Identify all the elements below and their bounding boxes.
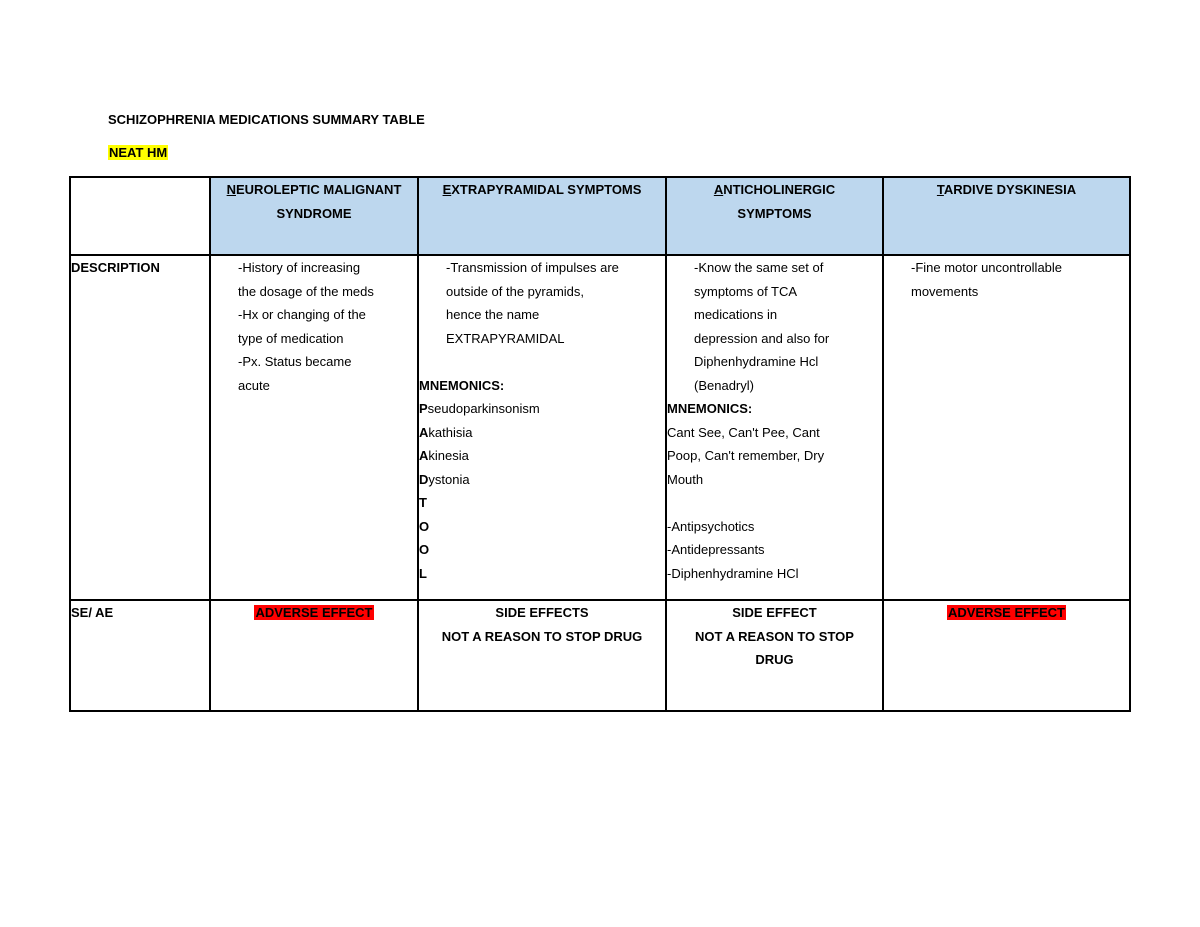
text-line: SIDE EFFECT [732,605,817,620]
header-anticholinergic: ANTICHOLINERGIC SYMPTOMS [665,176,884,256]
header-text-line2: SYNDROME [276,205,352,221]
text-line: the dosage of the meds [238,283,374,299]
row-label-description: DESCRIPTION [69,254,211,601]
text-line: (Benadryl) [694,377,754,393]
mnemonic-item: O [419,542,430,557]
mnemonic-line: Cant See, Can't Pee, Cant [667,424,820,440]
cell-td-description: -Fine motor uncontrollable movements [882,254,1131,601]
text-line: -Fine motor uncontrollable [911,260,1063,275]
text-line: -Px. Status became [238,354,352,369]
text-line: NOT A REASON TO STOP [695,628,854,644]
cell-td-se-ae: ADVERSE EFFECT [882,599,1131,712]
text-line: EXTRAPYRAMIDAL [446,330,565,346]
text-line: symptoms of TCA [694,283,798,299]
text-line: -Know the same set of [694,260,824,275]
text-line: NOT A REASON TO STOP DRUG [441,628,643,644]
header-text: NTICHOLINERGIC [723,182,836,197]
adverse-effect-badge: ADVERSE EFFECT [946,605,1066,620]
text-line: type of medication [238,330,344,346]
row-label-se-ae: SE/ AE [69,599,211,712]
header-text: EUROLEPTIC MALIGNANT [236,182,402,197]
header-nms: NEUROLEPTIC MALIGNANT SYNDROME [209,176,419,256]
mnemonic-line: Mouth [667,471,704,487]
mnemonics-heading: MNEMONICS: [419,377,505,393]
cell-anticholinergic-description: -Know the same set of symptoms of TCA me… [665,254,884,601]
cell-eps-description: -Transmission of impulses are outside of… [417,254,667,601]
text-line: depression and also for [694,330,830,346]
cell-nms-description: -History of increasing the dosage of the… [209,254,419,601]
mnemonics-heading: MNEMONICS: [667,401,753,416]
header-text: ARDIVE DYSKINESIA [943,182,1077,197]
header-text-line2: SYMPTOMS [737,205,812,221]
mnemonic-item: Pseudoparkinsonism [419,401,540,416]
mnemonic-item: T [419,495,427,510]
document-title: SCHIZOPHRENIA MEDICATIONS SUMMARY TABLE [108,112,425,127]
text-line: -History of increasing [238,260,361,275]
header-initial: T [936,182,944,197]
header-initial: E [442,182,452,197]
text-line: movements [911,283,979,299]
mnemonic-item: Akinesia [419,448,469,463]
text-line: hence the name [446,307,540,322]
drug-class-item: -Diphenhydramine HCl [667,565,799,581]
table-row-description: DESCRIPTION -History of increasing the d… [69,254,1131,601]
header-text: XTRAPYRAMIDAL SYMPTOMS [451,182,642,197]
header-initial: A [713,182,724,197]
mnemonic-item: Akathisia [419,424,473,440]
text-line: SIDE EFFECTS [495,605,589,620]
table-header-row: NEUROLEPTIC MALIGNANT SYNDROME EXTRAPYRA… [69,176,1131,256]
text-line: outside of the pyramids, [446,283,585,299]
table-row-se-ae: SE/ AE ADVERSE EFFECT SIDE EFFECTS NOT A… [69,599,1131,712]
text-line: Diphenhydramine Hcl [694,354,819,369]
drug-class-item: -Antidepressants [667,542,765,557]
header-eps: EXTRAPYRAMIDAL SYMPTOMS [417,176,667,256]
text-line: DRUG [755,652,794,667]
text-line: -Hx or changing of the [238,307,366,322]
mnemonic-item: L [419,565,427,581]
drug-class-item: -Antipsychotics [667,518,755,534]
text-line: -Transmission of impulses are [446,260,619,275]
mnemonic-item: O [419,518,430,534]
header-blank-cell [69,176,211,256]
cell-anticholinergic-se-ae: SIDE EFFECT NOT A REASON TO STOP DRUG [665,599,884,712]
adverse-effect-badge: ADVERSE EFFECT [254,605,374,620]
medications-summary-table: NEUROLEPTIC MALIGNANT SYNDROME EXTRAPYRA… [69,176,1131,712]
header-tardive-dyskinesia: TARDIVE DYSKINESIA [882,176,1131,256]
cell-eps-se-ae: SIDE EFFECTS NOT A REASON TO STOP DRUG [417,599,667,712]
cell-nms-se-ae: ADVERSE EFFECT [209,599,419,712]
mnemonic-item: Dystonia [419,471,470,487]
text-line: acute [238,377,270,393]
text-line: medications in [694,307,778,322]
mnemonic-line: Poop, Can't remember, Dry [667,448,825,463]
document-subtitle-highlighted: NEAT HM [108,145,169,160]
header-initial: N [226,182,236,197]
